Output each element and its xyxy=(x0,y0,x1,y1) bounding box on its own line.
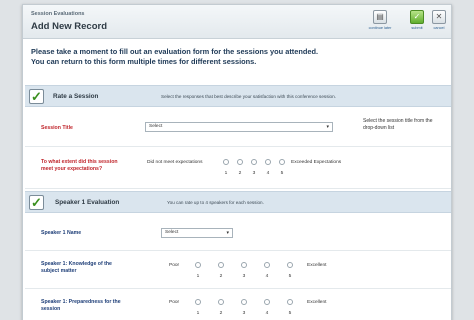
rating-radio-1[interactable] xyxy=(223,159,229,165)
session-title-select[interactable]: Select ▾ xyxy=(145,122,333,132)
rating-radio-3[interactable] xyxy=(251,159,257,165)
intro-line-1: Please take a moment to fill out an eval… xyxy=(31,47,319,56)
section-title: Rate a Session xyxy=(53,93,99,100)
checkbox-checked-icon[interactable]: ✓ xyxy=(29,195,44,210)
rating-radio-1[interactable] xyxy=(195,262,201,268)
rating-radio-5[interactable] xyxy=(279,159,285,165)
rating-radio-2[interactable] xyxy=(218,299,224,305)
intro-line-2: You can return to this form multiple tim… xyxy=(31,57,257,66)
continue-later-label: continue later xyxy=(368,26,392,30)
rating-high-label: Excellent xyxy=(307,300,327,305)
knowledge-label-line-1: Speaker 1: Knowledge of the xyxy=(41,261,112,267)
rating-number: 4 xyxy=(265,311,269,316)
rating-number: 1 xyxy=(196,311,200,316)
rating-radio-3[interactable] xyxy=(241,262,247,268)
window-subtitle: Session Evaluations xyxy=(31,11,85,17)
rating-low-label: Poor xyxy=(169,300,180,305)
rating-low-label: Did not meet expectations xyxy=(147,160,203,165)
rating-number: 3 xyxy=(242,274,246,279)
speaker-name-row: Speaker 1 Name Select ▾ xyxy=(25,217,451,251)
rating-radio-5[interactable] xyxy=(287,262,293,268)
speaker-name-label: Speaker 1 Name xyxy=(41,230,82,236)
knowledge-label: Speaker 1: Knowledge of the subject matt… xyxy=(41,261,112,275)
rating-number: 5 xyxy=(280,171,284,176)
rating-number: 2 xyxy=(238,171,242,176)
form-window: Session Evaluations Add New Record ▤ con… xyxy=(22,4,452,320)
preparedness-label: Speaker 1: Preparedness for the session xyxy=(41,299,121,313)
rating-radio-4[interactable] xyxy=(264,299,270,305)
knowledge-row: Speaker 1: Knowledge of the subject matt… xyxy=(25,251,451,289)
rating-radio-2[interactable] xyxy=(218,262,224,268)
expectations-label-line-1: To what extent did this session xyxy=(41,159,118,165)
rating-number: 1 xyxy=(224,171,228,176)
cancel-label: cancel xyxy=(433,26,445,30)
expectations-label-line-2: meet your expectations? xyxy=(41,166,103,172)
intro-text: Please take a moment to fill out an eval… xyxy=(31,47,318,67)
rating-radio-4[interactable] xyxy=(264,262,270,268)
hint-line-2: drop-down list xyxy=(363,125,395,131)
section-description: You can rate up to 4 speakers for each s… xyxy=(167,200,264,205)
rating-high-label: Excellent xyxy=(307,263,327,268)
rating-number: 1 xyxy=(196,274,200,279)
cancel-button[interactable]: ✕ cancel xyxy=(425,10,453,30)
session-title-row: Session Title Select ▾ Select the sessio… xyxy=(25,113,451,147)
rating-low-label: Poor xyxy=(169,263,180,268)
rating-number: 2 xyxy=(219,311,223,316)
expectations-label: To what extent did this session meet you… xyxy=(41,159,118,173)
knowledge-label-line-2: subject matter xyxy=(41,268,77,274)
rating-high-label: Exceeded Expectations xyxy=(291,160,342,165)
rating-number: 3 xyxy=(242,311,246,316)
section-description: Select the responses that best describe … xyxy=(161,94,336,99)
section-rate-session: ✓ Rate a Session Select the responses th… xyxy=(25,85,451,107)
preparedness-label-line-1: Speaker 1: Preparedness for the xyxy=(41,299,121,305)
rating-number: 5 xyxy=(288,274,292,279)
session-title-label: Session Title xyxy=(41,125,73,131)
session-title-hint: Select the session title from the drop-d… xyxy=(363,118,432,132)
chevron-down-icon: ▾ xyxy=(326,124,329,130)
session-title-select-value: Select xyxy=(149,124,163,129)
rating-number: 5 xyxy=(288,311,292,316)
section-title: Speaker 1 Evaluation xyxy=(55,199,120,206)
hint-line-1: Select the session title from the xyxy=(363,118,433,124)
title-bar: Session Evaluations Add New Record ▤ con… xyxy=(23,5,451,39)
page-title: Add New Record xyxy=(31,21,108,32)
speaker-name-select[interactable]: Select ▾ xyxy=(161,228,233,238)
checkbox-checked-icon[interactable]: ✓ xyxy=(29,89,44,104)
rating-radio-1[interactable] xyxy=(195,299,201,305)
rating-radio-3[interactable] xyxy=(241,299,247,305)
checkmark-icon: ✓ xyxy=(410,10,424,24)
rating-number: 3 xyxy=(252,171,256,176)
rating-number: 4 xyxy=(266,171,270,176)
preparedness-label-line-2: session xyxy=(41,306,61,312)
close-icon: ✕ xyxy=(432,10,446,24)
rating-number: 2 xyxy=(219,274,223,279)
chevron-down-icon: ▾ xyxy=(226,230,229,236)
preparedness-row: Speaker 1: Preparedness for the session … xyxy=(25,289,451,320)
document-icon: ▤ xyxy=(373,10,387,24)
section-speaker-evaluation: ✓ Speaker 1 Evaluation You can rate up t… xyxy=(25,191,451,213)
expectations-row: To what extent did this session meet you… xyxy=(25,147,451,189)
speaker-name-select-value: Select xyxy=(165,230,179,235)
continue-later-button[interactable]: ▤ continue later xyxy=(362,10,398,30)
rating-radio-4[interactable] xyxy=(265,159,271,165)
rating-radio-5[interactable] xyxy=(287,299,293,305)
rating-radio-2[interactable] xyxy=(237,159,243,165)
rating-number: 4 xyxy=(265,274,269,279)
